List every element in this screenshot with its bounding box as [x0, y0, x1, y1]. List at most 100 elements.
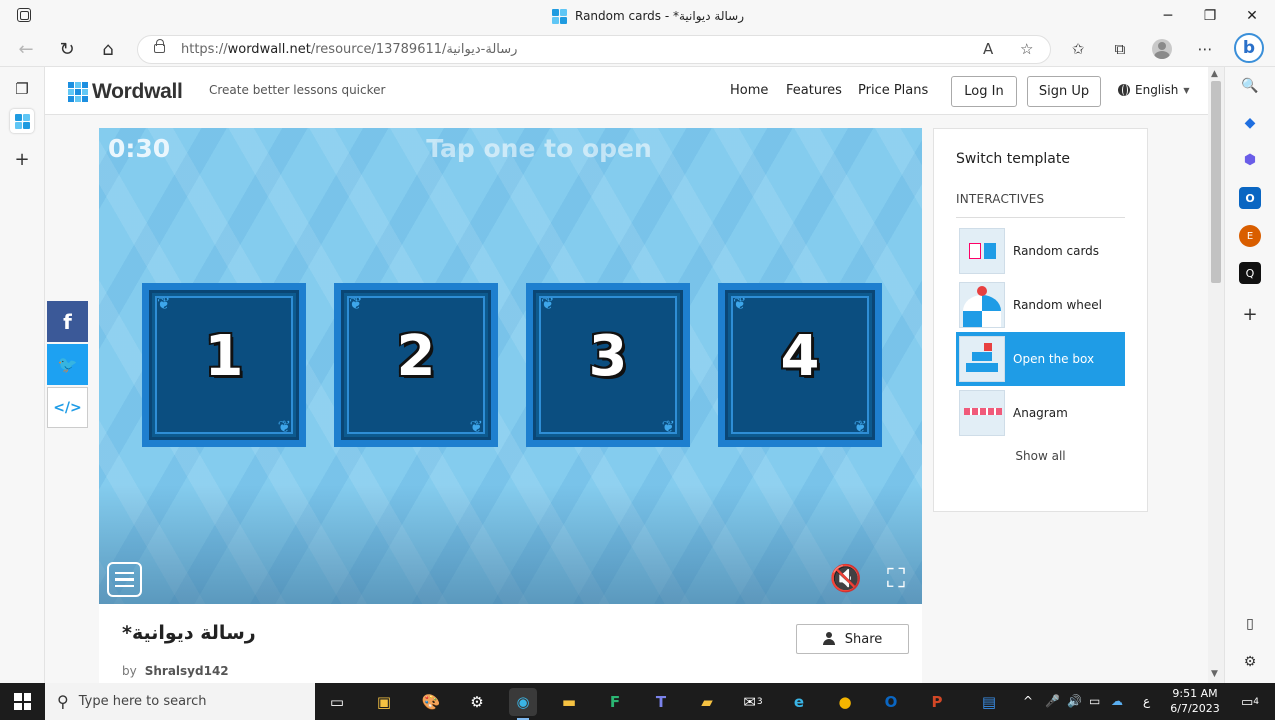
back-button[interactable]: ←: [14, 37, 38, 61]
internet-explorer-icon[interactable]: e: [785, 688, 813, 716]
store-icon[interactable]: ▣: [370, 688, 398, 716]
close-window-button[interactable]: ✕: [1229, 0, 1275, 31]
read-aloud-icon[interactable]: A: [983, 40, 993, 58]
new-tab-icon[interactable]: +: [10, 147, 34, 171]
caret-down-icon: ▼: [1183, 85, 1190, 95]
game-area: 0:30 Tap one to open ❦ ❦ 1 ❦ ❦ 2 ❦ ❦ 3 ❦…: [99, 128, 922, 604]
favorites-icon[interactable]: ✩: [1066, 38, 1090, 60]
page-scrollbar[interactable]: ▲ ▼: [1208, 67, 1224, 683]
globe-icon: [1118, 84, 1130, 96]
search-icon[interactable]: 🔍: [1239, 75, 1261, 97]
outlook-icon[interactable]: O: [1239, 187, 1261, 209]
game-menu-button[interactable]: [107, 562, 142, 597]
facebook-share-button[interactable]: f: [47, 301, 88, 342]
wordwall-tab-icon[interactable]: [10, 109, 34, 133]
notifications-icon[interactable]: ▭ 4: [1236, 688, 1264, 716]
language-label: English: [1135, 83, 1179, 97]
q-app-icon[interactable]: Q: [1239, 262, 1261, 284]
template-open-the-box[interactable]: Open the box: [956, 332, 1125, 386]
search-placeholder: Type here to search: [78, 694, 207, 709]
template-random-wheel[interactable]: Random wheel: [956, 278, 1125, 332]
game-prompt: Tap one to open: [426, 134, 652, 163]
signup-button[interactable]: Sign Up: [1027, 76, 1101, 107]
forms-icon[interactable]: F: [601, 688, 629, 716]
teams-icon[interactable]: T: [647, 688, 675, 716]
collections-icon[interactable]: ⧉: [1108, 38, 1132, 60]
swirl-decoration-icon: ❦: [277, 417, 291, 436]
card-4[interactable]: ❦ ❦ 4: [718, 283, 882, 447]
tab-title: Random cards - *رسالة ديوانية: [575, 9, 745, 23]
template-anagram[interactable]: Anagram: [956, 386, 1125, 440]
swirl-decoration-icon: ❦: [469, 417, 483, 436]
settings-icon[interactable]: ⚙: [463, 688, 491, 716]
mail-icon[interactable]: ✉ 3: [739, 688, 767, 716]
task-view-icon[interactable]: ▭: [323, 688, 351, 716]
card-number: 2: [396, 324, 436, 389]
tray-chevron-icon[interactable]: ^: [1023, 694, 1033, 708]
restore-button[interactable]: ❐: [1187, 0, 1233, 31]
sidebar-toggle-icon[interactable]: ▯: [1239, 613, 1261, 635]
panel-section-label: INTERACTIVES: [956, 192, 1045, 206]
vertical-tabs-strip: ❐ +: [0, 67, 45, 683]
wordwall-favicon-icon: [552, 8, 567, 24]
share-button[interactable]: Share: [796, 624, 909, 654]
nav-features[interactable]: Features: [786, 83, 842, 98]
nav-home[interactable]: Home: [730, 83, 768, 98]
brand-name: Wordwall: [92, 80, 183, 103]
settings-gear-icon[interactable]: ⚙: [1239, 651, 1261, 673]
home-icon[interactable]: ⌂: [96, 37, 120, 61]
template-random-cards[interactable]: Random cards: [956, 224, 1125, 278]
favorite-star-icon[interactable]: ☆: [1020, 40, 1033, 58]
fullscreen-icon[interactable]: ⛶: [879, 562, 913, 596]
file-explorer-icon[interactable]: ▬: [555, 688, 583, 716]
workspaces-icon[interactable]: [17, 8, 31, 22]
card-1[interactable]: ❦ ❦ 1: [142, 283, 306, 447]
taskbar-search[interactable]: ⚲ Type here to search: [45, 683, 315, 720]
tab-actions-icon[interactable]: ❐: [10, 77, 34, 101]
bing-copilot-icon[interactable]: b: [1234, 33, 1264, 63]
outlook-taskbar-icon[interactable]: O: [877, 688, 905, 716]
windows-start-icon[interactable]: [14, 693, 31, 710]
wordwall-logo[interactable]: Wordwall: [68, 80, 183, 104]
document-icon[interactable]: ▤: [975, 688, 1003, 716]
switch-template-panel: Switch template INTERACTIVES Random card…: [933, 128, 1148, 512]
lock-icon: [154, 39, 165, 53]
embed-code-button[interactable]: </>: [47, 387, 88, 428]
show-all-link[interactable]: Show all: [934, 449, 1147, 463]
network-icon[interactable]: ☁: [1111, 694, 1123, 708]
e-app-icon[interactable]: E: [1239, 225, 1261, 247]
tools-icon[interactable]: ⬢: [1239, 149, 1261, 171]
search-icon: ⚲: [57, 692, 69, 711]
login-button[interactable]: Log In: [951, 76, 1017, 107]
open-the-box-thumb-icon: [959, 336, 1005, 382]
more-menu-icon[interactable]: ⋯: [1193, 38, 1217, 60]
swirl-decoration-icon: ❦: [733, 294, 747, 313]
mute-icon[interactable]: 🔇: [829, 562, 863, 596]
paint-icon[interactable]: 🎨: [417, 688, 445, 716]
author-link[interactable]: Shralsyd142: [145, 664, 229, 678]
url-field[interactable]: https://wordwall.net/resource/13789611/ر…: [137, 35, 1051, 64]
card-3[interactable]: ❦ ❦ 3: [526, 283, 690, 447]
refresh-button[interactable]: ↻: [55, 37, 79, 61]
profile-icon[interactable]: [1150, 38, 1174, 60]
add-sidebar-app-icon[interactable]: +: [1239, 303, 1261, 325]
language-selector[interactable]: English ▼: [1118, 83, 1190, 97]
volume-icon[interactable]: 🔊: [1067, 694, 1082, 708]
minimize-button[interactable]: ─: [1145, 0, 1191, 31]
card-number: 4: [780, 324, 820, 389]
notes-icon[interactable]: ▰: [693, 688, 721, 716]
microphone-icon[interactable]: 🎤: [1045, 694, 1060, 708]
powerpoint-icon[interactable]: P: [923, 688, 951, 716]
card-2[interactable]: ❦ ❦ 2: [334, 283, 498, 447]
tab-title-area: Random cards - *رسالة ديوانية: [552, 7, 744, 25]
chrome-icon[interactable]: ●: [831, 688, 859, 716]
taskbar-clock[interactable]: 9:51 AM 6/7/2023: [1165, 686, 1225, 716]
shopping-tag-icon[interactable]: ◆: [1239, 112, 1261, 134]
edge-browser-icon[interactable]: ◉: [509, 688, 537, 720]
card-number: 1: [204, 324, 244, 389]
tagline: Create better lessons quicker: [209, 83, 386, 97]
nav-price-plans[interactable]: Price Plans: [858, 83, 928, 98]
input-language-indicator[interactable]: ع: [1143, 694, 1150, 708]
twitter-share-button[interactable]: 🐦: [47, 344, 88, 385]
battery-icon[interactable]: ▭: [1089, 694, 1100, 708]
